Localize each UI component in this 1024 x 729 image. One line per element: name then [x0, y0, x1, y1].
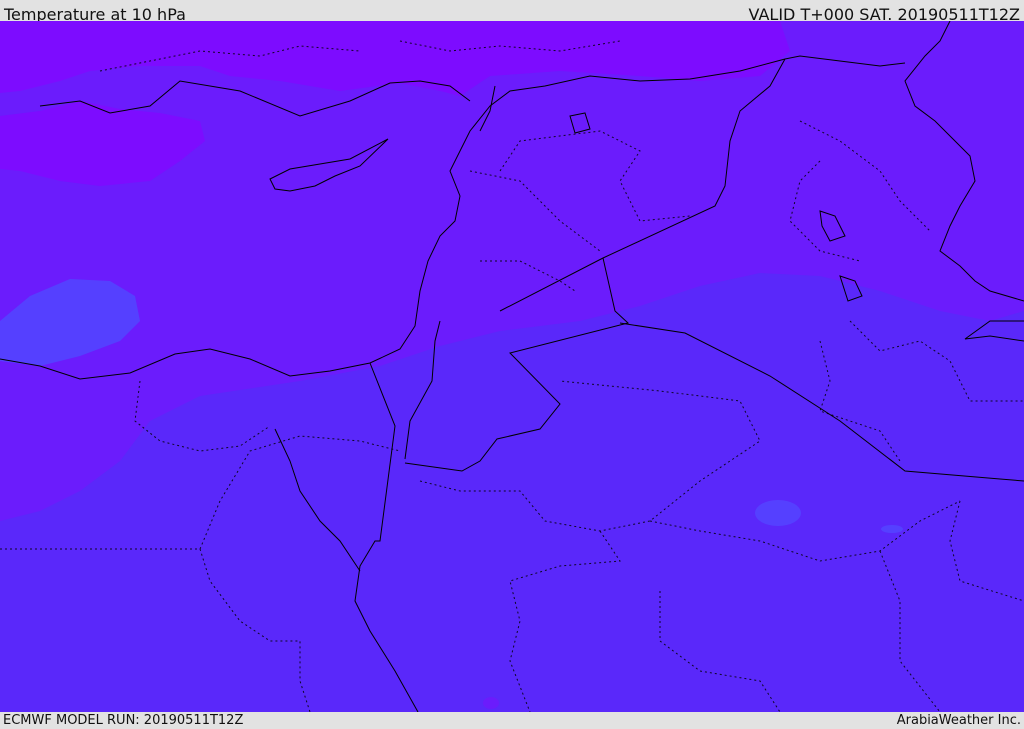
temperature-band-warmer-spot	[755, 500, 801, 526]
weather-map[interactable]	[0, 21, 1024, 712]
map-canvas	[0, 21, 1024, 712]
temperature-band-warmer-spot-small	[881, 525, 903, 533]
credit-label: ArabiaWeather Inc.	[896, 713, 1021, 728]
temperature-band-mid-spot	[483, 697, 499, 709]
footer-bar: ECMWF MODEL RUN: 20190511T12Z ArabiaWeat…	[0, 712, 1024, 729]
header-bar: Temperature at 10 hPa VALID T+000 SAT. 2…	[0, 0, 1024, 24]
model-run-label: ECMWF MODEL RUN: 20190511T12Z	[3, 713, 244, 728]
